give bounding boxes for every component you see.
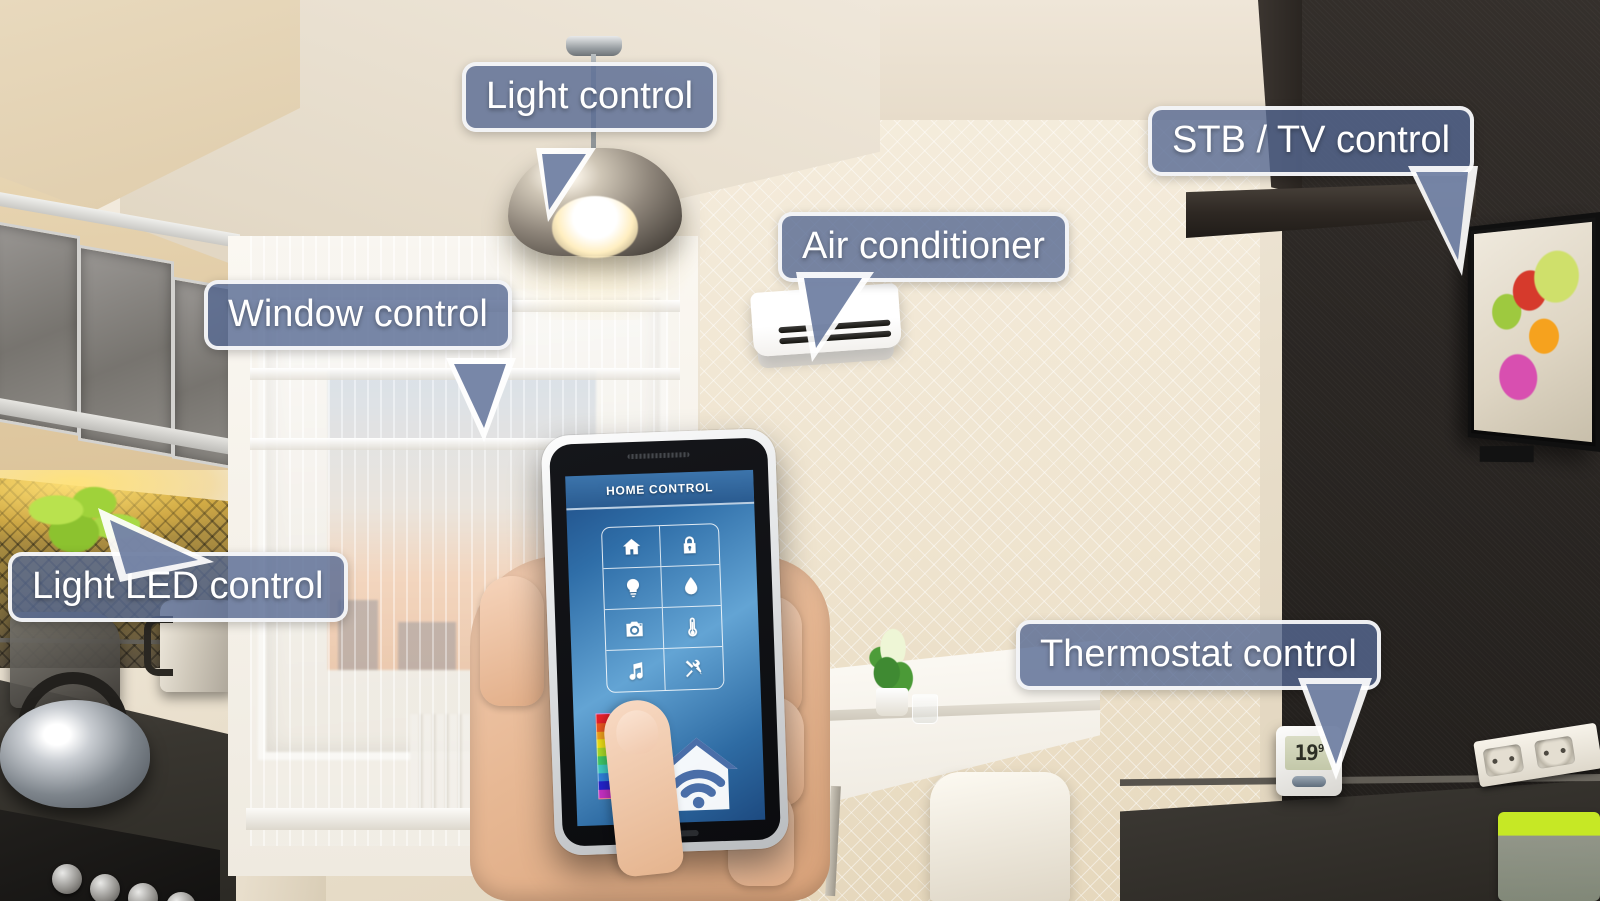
camera-icon [625, 621, 643, 637]
tile-music[interactable] [606, 649, 666, 693]
callout-light-control-label: Light control [462, 62, 718, 133]
lightbulb-icon [626, 578, 639, 598]
storage-container [1498, 812, 1600, 901]
house-icon [622, 538, 640, 555]
callout-light-led-control[interactable]: Light LED control [8, 508, 348, 623]
callout-window-control[interactable]: Window control [204, 280, 516, 442]
callout-tail-light-control [536, 148, 596, 222]
phone-earpiece [627, 452, 690, 460]
app-title: HOME CONTROL [605, 480, 714, 498]
smart-home-scene: 199 HOME CONTROL Light control Window co… [0, 0, 1600, 901]
tile-security[interactable] [659, 524, 720, 568]
tile-lighting[interactable] [603, 567, 663, 611]
drinking-glass [912, 694, 938, 724]
finger [480, 576, 544, 706]
tv-stand [1479, 445, 1534, 463]
european-socket[interactable] [1482, 743, 1525, 778]
water-drop-icon [685, 577, 698, 595]
potted-flowering-plant [862, 628, 924, 696]
lock-icon [683, 536, 696, 554]
tile-camera[interactable] [604, 608, 665, 652]
tile-settings[interactable] [664, 647, 723, 690]
lamp-ceiling-mount [566, 36, 622, 56]
callout-air-conditioner[interactable]: Air conditioner [778, 212, 1069, 362]
callout-light-control[interactable]: Light control [462, 62, 718, 222]
callout-tail-air-conditioner [796, 272, 874, 362]
hob-knob[interactable] [90, 874, 120, 901]
hob-knob[interactable] [166, 892, 196, 901]
callout-tail-window-control [446, 358, 516, 442]
tools-icon [685, 659, 703, 677]
hob-knob[interactable] [52, 864, 82, 894]
hob-knob[interactable] [128, 883, 158, 901]
callout-tail-thermostat-control [1298, 678, 1372, 780]
callout-tail-light-led-control [98, 508, 214, 582]
tile-water[interactable] [661, 565, 721, 609]
plant-pot [876, 688, 908, 716]
app-header: HOME CONTROL [565, 469, 755, 511]
control-tile-grid[interactable] [600, 523, 725, 694]
callout-thermostat-control[interactable]: Thermostat control [1016, 620, 1381, 780]
thumbnail [614, 708, 661, 757]
tile-home[interactable] [601, 526, 662, 570]
thermometer-icon [688, 617, 698, 637]
callout-tail-stb-tv-control [1408, 166, 1478, 276]
tile-temperature[interactable] [662, 606, 723, 650]
music-note-icon [629, 661, 643, 680]
dining-chair [930, 772, 1070, 901]
callout-window-control-label: Window control [204, 280, 512, 351]
european-socket[interactable] [1533, 735, 1576, 770]
stovetop-teapot [0, 700, 150, 808]
callout-stb-tv-control[interactable]: STB / TV control [1148, 106, 1478, 276]
